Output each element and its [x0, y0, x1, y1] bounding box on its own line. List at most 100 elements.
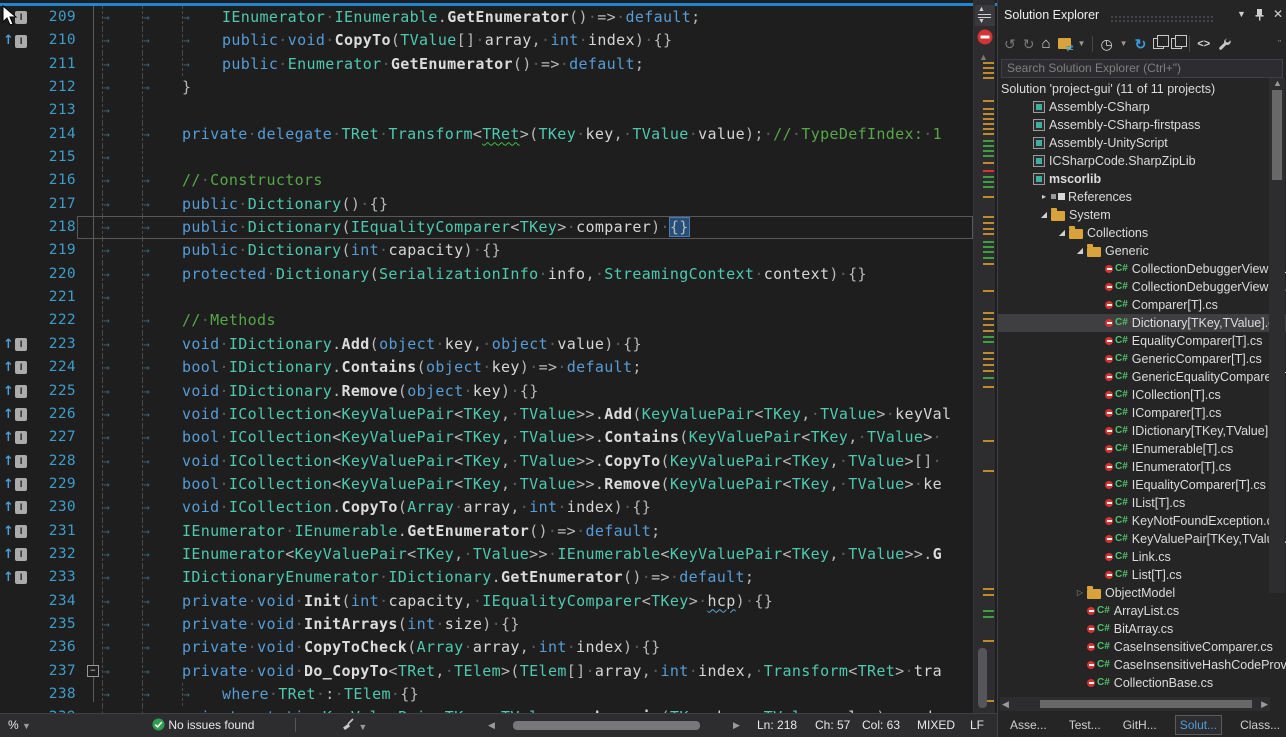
scroll-up-arrow[interactable]: ▲ [1273, 78, 1282, 88]
scroll-right-arrow[interactable]: ▶ [1261, 699, 1268, 710]
implements-interface-icon[interactable]: ↑I [3, 543, 27, 566]
encoding-indicator[interactable]: MIXED [917, 718, 955, 732]
tree-item[interactable]: Solution 'project-gui' (11 of 11 project… [998, 80, 1286, 98]
tree-item[interactable]: ▸References [998, 188, 1286, 206]
code-line[interactable]: ↑I224→→bool·IDictionary.Contains(object·… [0, 356, 973, 379]
glyph-margin[interactable] [0, 286, 34, 309]
folding-margin[interactable] [76, 286, 102, 309]
folding-margin[interactable] [76, 6, 102, 29]
implements-interface-icon[interactable]: ↑I [3, 380, 27, 403]
tree-item[interactable]: C#BitArray.cs [998, 620, 1286, 638]
tree-item[interactable]: C#IEqualityComparer[T].cs [998, 476, 1286, 494]
issues-indicator[interactable]: No issues found [152, 718, 254, 732]
code-line[interactable]: 213→→ [0, 99, 973, 122]
code-line[interactable]: ↑I223→→void·IDictionary.Add(object·key,·… [0, 333, 973, 356]
scrollbar-thumb[interactable] [1040, 700, 1252, 708]
code-lines[interactable]: ↑I209→→→IEnumerator·IEnumerable.GetEnume… [0, 6, 997, 713]
folding-margin[interactable] [76, 613, 102, 636]
folding-margin[interactable] [76, 333, 102, 356]
implements-interface-icon[interactable]: ↑I [3, 356, 27, 379]
tree-item[interactable]: C#IDictionary[TKey,TValue].cs [998, 422, 1286, 440]
tree-item[interactable]: C#List[T].cs [998, 566, 1286, 584]
glyph-margin[interactable]: ↑I [0, 543, 34, 566]
collapsed-arrow-icon[interactable]: ▸ [1037, 188, 1051, 206]
collapsed-arrow-icon[interactable]: ▷ [1073, 584, 1087, 602]
tree-item[interactable]: ◢Collections [998, 224, 1286, 242]
folding-margin[interactable] [76, 356, 102, 379]
tool-window-tab[interactable]: Class... [1236, 716, 1284, 734]
tree-item[interactable]: C#EqualityComparer[T].cs [998, 332, 1286, 350]
folding-margin[interactable] [76, 403, 102, 426]
window-position-menu-icon[interactable]: ▼ [1237, 9, 1246, 19]
glyph-margin[interactable]: ↑I [0, 380, 34, 403]
toolbar-overflow-icon[interactable]: " [1278, 39, 1281, 48]
glyph-margin[interactable] [0, 660, 34, 683]
tree-item[interactable]: ◢Generic [998, 242, 1286, 260]
scrollbar-thumb[interactable] [1272, 90, 1282, 180]
code-line[interactable]: ↑I210→→→public·void·CopyTo(TValue[]·arra… [0, 29, 973, 52]
code-line[interactable]: 221→→ [0, 286, 973, 309]
folding-margin[interactable]: − [76, 660, 102, 683]
folding-margin[interactable] [76, 309, 102, 332]
view-code-icon[interactable]: <> [1197, 36, 1210, 52]
code-line[interactable]: 211→→→public·Enumerator·GetEnumerator()·… [0, 53, 973, 76]
tree-item[interactable]: ◢System [998, 206, 1286, 224]
code-line[interactable]: ↑I226→→void·ICollection<KeyValuePair<TKe… [0, 403, 973, 426]
tree-item[interactable]: C#CaseInsensitiveHashCodeProvider.cs [998, 656, 1286, 674]
code-line[interactable]: 214→→private·delegate·TRet·Transform<TRe… [0, 123, 973, 146]
glyph-margin[interactable] [0, 169, 34, 192]
folding-margin[interactable] [76, 263, 102, 286]
home-icon[interactable]: ⌂ [1041, 36, 1050, 52]
pending-changes-filter-icon[interactable]: ◷ [1100, 36, 1112, 52]
code-line[interactable]: 234→→private·void·Init(int·capacity,·IEq… [0, 590, 973, 613]
tool-window-tab[interactable]: Asse... [1006, 716, 1051, 734]
code-line[interactable]: ↑I230→→void·ICollection.CopyTo(Array·arr… [0, 496, 973, 519]
tree-item[interactable]: C#GenericComparer[T].cs [998, 350, 1286, 368]
code-line[interactable]: 235→→private·void·InitArrays(int·size)·{… [0, 613, 973, 636]
char-indicator[interactable]: Ch: 57 [815, 718, 850, 732]
code-line[interactable]: 239→→private·static·KeyValuePair<TKey,·T… [0, 706, 973, 713]
folding-margin[interactable] [76, 29, 102, 52]
tree-item[interactable]: Assembly-UnityScript [998, 134, 1286, 152]
tree-item[interactable]: C#KeyValuePair[TKey,TValue].cs [998, 530, 1286, 548]
glyph-margin[interactable]: ↑I [0, 356, 34, 379]
glyph-margin[interactable] [0, 99, 34, 122]
tree-item[interactable]: Assembly-CSharp-firstpass [998, 116, 1286, 134]
code-line[interactable]: 236→→private·void·CopyToCheck(Array·arra… [0, 636, 973, 659]
folding-margin[interactable] [76, 636, 102, 659]
folding-margin[interactable] [76, 146, 102, 169]
glyph-margin[interactable] [0, 53, 34, 76]
implements-interface-icon[interactable]: ↑I [3, 520, 27, 543]
implements-interface-icon[interactable]: ↑I [3, 333, 27, 356]
cleanup-button[interactable]: ▼ [340, 718, 367, 733]
code-line[interactable]: 220→→protected·Dictionary(SerializationI… [0, 263, 973, 286]
implements-interface-icon[interactable]: ↑I [3, 403, 27, 426]
glyph-margin[interactable] [0, 636, 34, 659]
code-line[interactable]: ↑I225→→void·IDictionary.Remove(object·ke… [0, 380, 973, 403]
glyph-margin[interactable] [0, 123, 34, 146]
column-indicator[interactable]: Col: 63 [862, 718, 900, 732]
tree-horizontal-scrollbar[interactable]: ◀ ▶ [1000, 697, 1270, 711]
tree-item[interactable]: ICSharpCode.SharpZipLib [998, 152, 1286, 170]
glyph-margin[interactable] [0, 590, 34, 613]
folding-margin[interactable] [76, 53, 102, 76]
expanded-arrow-icon[interactable]: ◢ [1073, 242, 1087, 260]
folding-margin[interactable] [76, 239, 102, 262]
line-indicator[interactable]: Ln: 218 [757, 718, 797, 732]
refresh-icon[interactable]: ↻ [1135, 36, 1147, 52]
code-line[interactable]: ↑I232→→IEnumerator<KeyValuePair<TKey,·TV… [0, 543, 973, 566]
folding-margin[interactable] [76, 99, 102, 122]
chevron-down-icon[interactable]: ▼ [1120, 39, 1128, 48]
code-line[interactable]: 216→→//·Constructors [0, 169, 973, 192]
folding-margin[interactable] [76, 543, 102, 566]
hscroll-left-arrow[interactable]: ◀ [488, 720, 495, 731]
folding-margin[interactable] [76, 169, 102, 192]
code-line[interactable]: ↑I233→→IDictionaryEnumerator·IDictionary… [0, 566, 973, 589]
code-line[interactable]: 238→→→where·TRet·:·TElem·{} [0, 683, 973, 706]
tool-window-tab[interactable]: GitH... [1119, 716, 1161, 734]
glyph-margin[interactable]: ↑I [0, 333, 34, 356]
glyph-margin[interactable] [0, 683, 34, 706]
sync-with-active-document-icon[interactable] [1058, 38, 1071, 49]
code-line[interactable]: ↑I227→→bool·ICollection<KeyValuePair<TKe… [0, 426, 973, 449]
close-icon[interactable]: ✕ [1273, 7, 1283, 21]
